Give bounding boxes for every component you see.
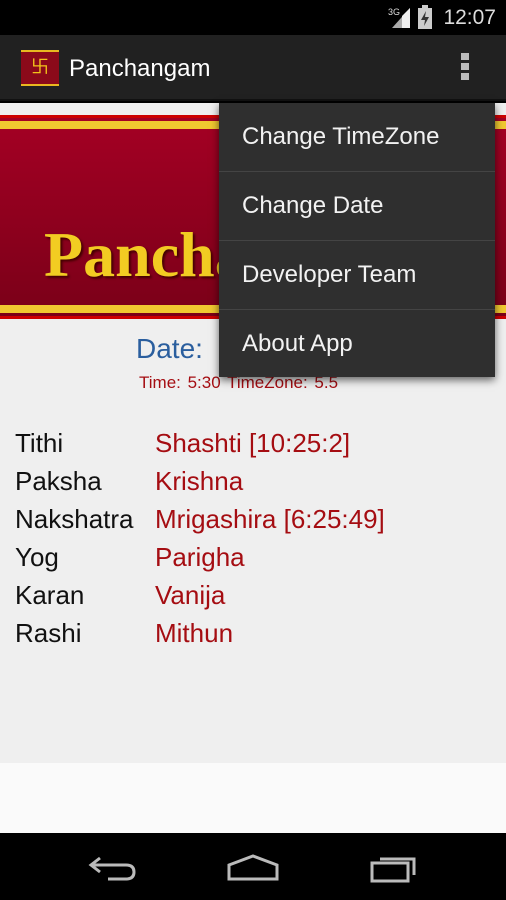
row-value: Vanija [155, 580, 226, 610]
row-value: Mrigashira [6:25:49] [155, 504, 385, 534]
info-row-tithi: Tithi Shashti [10:25:2] [15, 428, 350, 459]
row-label: Tithi [15, 428, 64, 458]
row-value: Shashti [10:25:2] [155, 428, 351, 458]
menu-item-change-date[interactable]: Change Date [219, 172, 495, 241]
footer-area [0, 763, 506, 833]
clock: 12:07 [443, 6, 496, 29]
app-title: Panchangam [69, 55, 211, 82]
info-row-yog: Yog Parigha [15, 542, 245, 573]
back-icon[interactable] [88, 855, 138, 881]
row-label: Karan [15, 580, 85, 610]
row-label: Paksha [15, 466, 102, 496]
row-value: Mithun [155, 618, 234, 648]
status-bar: 3G 12:07 [0, 0, 506, 35]
row-label: Yog [15, 542, 59, 572]
overflow-menu-icon[interactable] [461, 53, 471, 83]
overflow-menu: Change TimeZone Change Date Developer Te… [219, 103, 495, 377]
date-label: Date: [136, 333, 203, 364]
home-icon[interactable] [226, 853, 280, 881]
row-label: Rashi [15, 618, 82, 648]
signal-icon: 3G [388, 7, 410, 28]
info-row-rashi: Rashi Mithun [15, 618, 233, 649]
info-row-karan: Karan Vanija [15, 580, 225, 611]
navigation-bar [0, 833, 506, 900]
app-logo-icon[interactable]: 卐 [21, 50, 59, 86]
svg-text:3G: 3G [388, 7, 400, 17]
battery-charging-icon [418, 5, 432, 29]
menu-item-about-app[interactable]: About App [219, 310, 495, 379]
menu-item-developer-team[interactable]: Developer Team [219, 241, 495, 310]
menu-item-change-timezone[interactable]: Change TimeZone [219, 103, 495, 172]
row-value: Parigha [155, 542, 245, 572]
recent-apps-icon[interactable] [370, 853, 420, 883]
info-row-paksha: Paksha Krishna [15, 466, 243, 497]
action-bar: 卐 Panchangam [0, 35, 506, 101]
row-label: Nakshatra [15, 504, 134, 534]
row-value: Krishna [155, 466, 244, 496]
info-row-nakshatra: Nakshatra Mrigashira [6:25:49] [15, 504, 385, 535]
